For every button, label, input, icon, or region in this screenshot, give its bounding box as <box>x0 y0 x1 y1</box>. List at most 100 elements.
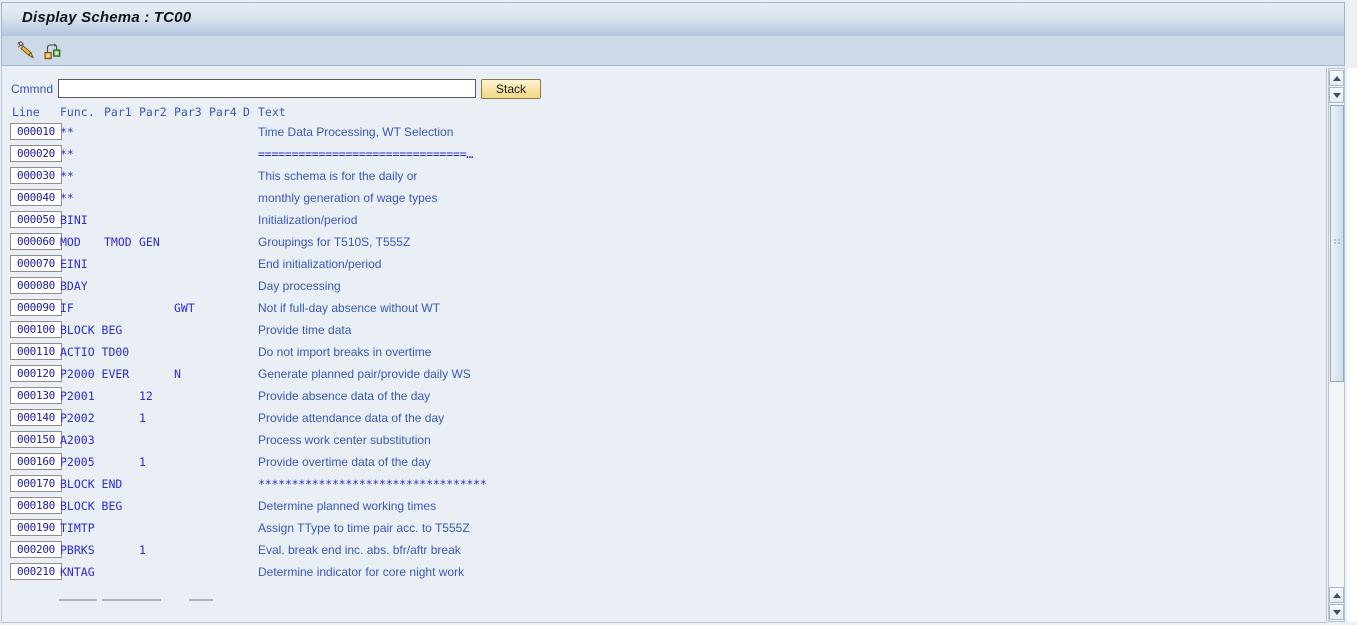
row-cell-func[interactable]: IF <box>60 301 74 315</box>
row-cell-text[interactable]: monthly generation of wage types <box>258 191 437 205</box>
scroll-up-icon[interactable] <box>1329 70 1344 86</box>
row-cell-text[interactable]: Time Data Processing, WT Selection <box>258 125 453 139</box>
row-cell-func[interactable]: ** <box>60 147 74 161</box>
table-row[interactable]: 000110 ACTIO TD00 Do not import breaks in … <box>2 342 1326 364</box>
scroll-down-icon[interactable] <box>1329 87 1344 103</box>
row-cell-text[interactable]: Initialization/period <box>258 213 357 227</box>
row-cell-text[interactable]: Provide attendance data of the day <box>258 411 444 425</box>
row-line-number[interactable]: 000100 <box>10 321 62 338</box>
scrollbar-thumb[interactable] <box>1330 105 1344 382</box>
table-row[interactable]: 000080 BDAY Day processing <box>2 276 1326 298</box>
row-cell-text[interactable]: This schema is for the daily or <box>258 169 417 183</box>
table-row[interactable]: 000010 ** Time Data Processing, WT Selecti… <box>2 122 1326 144</box>
row-cell-text[interactable]: End initialization/period <box>258 257 381 271</box>
row-line-number[interactable]: 000130 <box>10 387 62 404</box>
row-cell-text[interactable]: ===============================… <box>258 147 473 161</box>
table-row[interactable]: 000050 BINI Initialization/period <box>2 210 1326 232</box>
scroll-page-down-icon[interactable] <box>1329 604 1344 620</box>
row-cell-par2[interactable]: 1 <box>139 455 146 469</box>
row-line-number[interactable]: 000070 <box>10 255 62 272</box>
row-line-number[interactable]: 000110 <box>10 343 62 360</box>
row-line-number[interactable]: 000090 <box>10 299 62 316</box>
row-cell-func[interactable]: BLOCK END <box>60 477 122 491</box>
stack-button[interactable]: Stack <box>481 79 541 99</box>
row-cell-func[interactable]: P2005 <box>60 455 95 469</box>
scroll-page-up-icon[interactable] <box>1329 587 1344 603</box>
row-cell-text[interactable]: Provide overtime data of the day <box>258 455 431 469</box>
row-line-number[interactable]: 000080 <box>10 277 62 294</box>
row-line-number[interactable]: 000060 <box>10 233 62 250</box>
row-cell-func[interactable]: EINI <box>60 257 88 271</box>
table-row[interactable]: 000130 P2001 12 Provide absence data of the… <box>2 386 1326 408</box>
row-cell-func[interactable]: ** <box>60 125 74 139</box>
row-line-number[interactable]: 000010 <box>10 123 62 140</box>
table-row[interactable]: 000020 ** ===============================… <box>2 144 1326 166</box>
row-line-number[interactable]: 000170 <box>10 475 62 492</box>
table-row[interactable]: 000200 PBRKS 1 Eval. break end inc. abs. bf… <box>2 540 1326 562</box>
row-cell-func[interactable]: P2002 <box>60 411 95 425</box>
table-row[interactable]: 000210 KNTAG Determine indicator for core … <box>2 562 1326 584</box>
table-row[interactable]: 000120 P2000 EVER N Generate planned pair/p… <box>2 364 1326 386</box>
row-cell-func[interactable]: BINI <box>60 213 88 227</box>
row-cell-par2[interactable]: 1 <box>139 411 146 425</box>
table-row[interactable]: 000040 ** monthly generation of wage types <box>2 188 1326 210</box>
row-cell-text[interactable]: Process work center substitution <box>258 433 431 447</box>
row-cell-func[interactable]: A2003 <box>60 433 95 447</box>
row-cell-text[interactable]: Do not import breaks in overtime <box>258 345 431 359</box>
row-line-number[interactable]: 000160 <box>10 453 62 470</box>
row-cell-par3[interactable]: N <box>174 367 181 381</box>
row-line-number[interactable]: 000120 <box>10 365 62 382</box>
command-input[interactable] <box>58 79 476 98</box>
row-cell-func[interactable]: P2001 <box>60 389 95 403</box>
row-cell-par3[interactable]: GWT <box>174 301 195 315</box>
table-row[interactable]: 000030 ** This schema is for the daily or <box>2 166 1326 188</box>
vertical-scrollbar[interactable] <box>1328 68 1345 622</box>
table-row[interactable]: 000140 P2002 1 Provide attendance data of t… <box>2 408 1326 430</box>
row-cell-text[interactable]: Determine planned working times <box>258 499 436 513</box>
table-row[interactable]: 000170 BLOCK END *************************… <box>2 474 1326 496</box>
row-cell-func[interactable]: BDAY <box>60 279 88 293</box>
row-cell-func[interactable]: BLOCK BEG <box>60 323 122 337</box>
row-line-number[interactable]: 000150 <box>10 431 62 448</box>
row-line-number[interactable]: 000200 <box>10 541 62 558</box>
row-cell-text[interactable]: ********************************** <box>258 477 487 491</box>
table-row[interactable]: 000190 TIMTP Assign TType to time pair acc… <box>2 518 1326 540</box>
row-cell-func[interactable]: ACTIO TD00 <box>60 345 129 359</box>
row-cell-func[interactable]: ** <box>60 191 74 205</box>
row-cell-text[interactable]: Provide time data <box>258 323 351 337</box>
row-cell-text[interactable]: Assign TType to time pair acc. to T555Z <box>258 521 470 535</box>
row-cell-func[interactable]: MOD <box>60 235 81 249</box>
row-line-number[interactable]: 000030 <box>10 167 62 184</box>
row-cell-par2[interactable]: 12 <box>139 389 153 403</box>
row-cell-func[interactable]: KNTAG <box>60 565 95 579</box>
edit-schema-icon[interactable] <box>15 39 39 62</box>
table-row[interactable]: 000150 A2003 Process work center substitut… <box>2 430 1326 452</box>
row-cell-par2[interactable]: 1 <box>139 543 146 557</box>
row-cell-func[interactable]: TIMTP <box>60 521 95 535</box>
row-cell-text[interactable]: Eval. break end inc. abs. bfr/aftr break <box>258 543 461 557</box>
row-line-number[interactable]: 000180 <box>10 497 62 514</box>
row-cell-func[interactable]: BLOCK BEG <box>60 499 122 513</box>
row-line-number[interactable]: 000040 <box>10 189 62 206</box>
row-line-number[interactable]: 000140 <box>10 409 62 426</box>
row-cell-text[interactable]: Day processing <box>258 279 341 293</box>
row-cell-func[interactable]: P2000 EVER <box>60 367 129 381</box>
row-cell-par2[interactable]: GEN <box>139 235 160 249</box>
table-row[interactable]: 000180 BLOCK BEG Determine planned working… <box>2 496 1326 518</box>
row-line-number[interactable]: 000190 <box>10 519 62 536</box>
schema-hierarchy-icon[interactable] <box>41 39 65 62</box>
table-row[interactable]: 000160 P2005 1 Provide overtime data of the… <box>2 452 1326 474</box>
row-cell-text[interactable]: Determine indicator for core night work <box>258 565 464 579</box>
row-line-number[interactable]: 000050 <box>10 211 62 228</box>
row-cell-text[interactable]: Not if full-day absence without WT <box>258 301 440 315</box>
row-cell-func[interactable]: ** <box>60 169 74 183</box>
row-cell-func[interactable]: PBRKS <box>60 543 95 557</box>
row-cell-text[interactable]: Provide absence data of the day <box>258 389 430 403</box>
row-line-number[interactable]: 000210 <box>10 563 62 580</box>
table-row[interactable]: 000070 EINI End initialization/period <box>2 254 1326 276</box>
row-cell-text[interactable]: Generate planned pair/provide daily WS <box>258 367 471 381</box>
table-row[interactable]: 000060 MOD TMOD GEN Groupings for T510S, T55… <box>2 232 1326 254</box>
row-line-number[interactable]: 000020 <box>10 145 62 162</box>
table-row[interactable]: 000090 IF GWT Not if full-day absence witho… <box>2 298 1326 320</box>
row-cell-par1[interactable]: TMOD <box>104 235 132 249</box>
